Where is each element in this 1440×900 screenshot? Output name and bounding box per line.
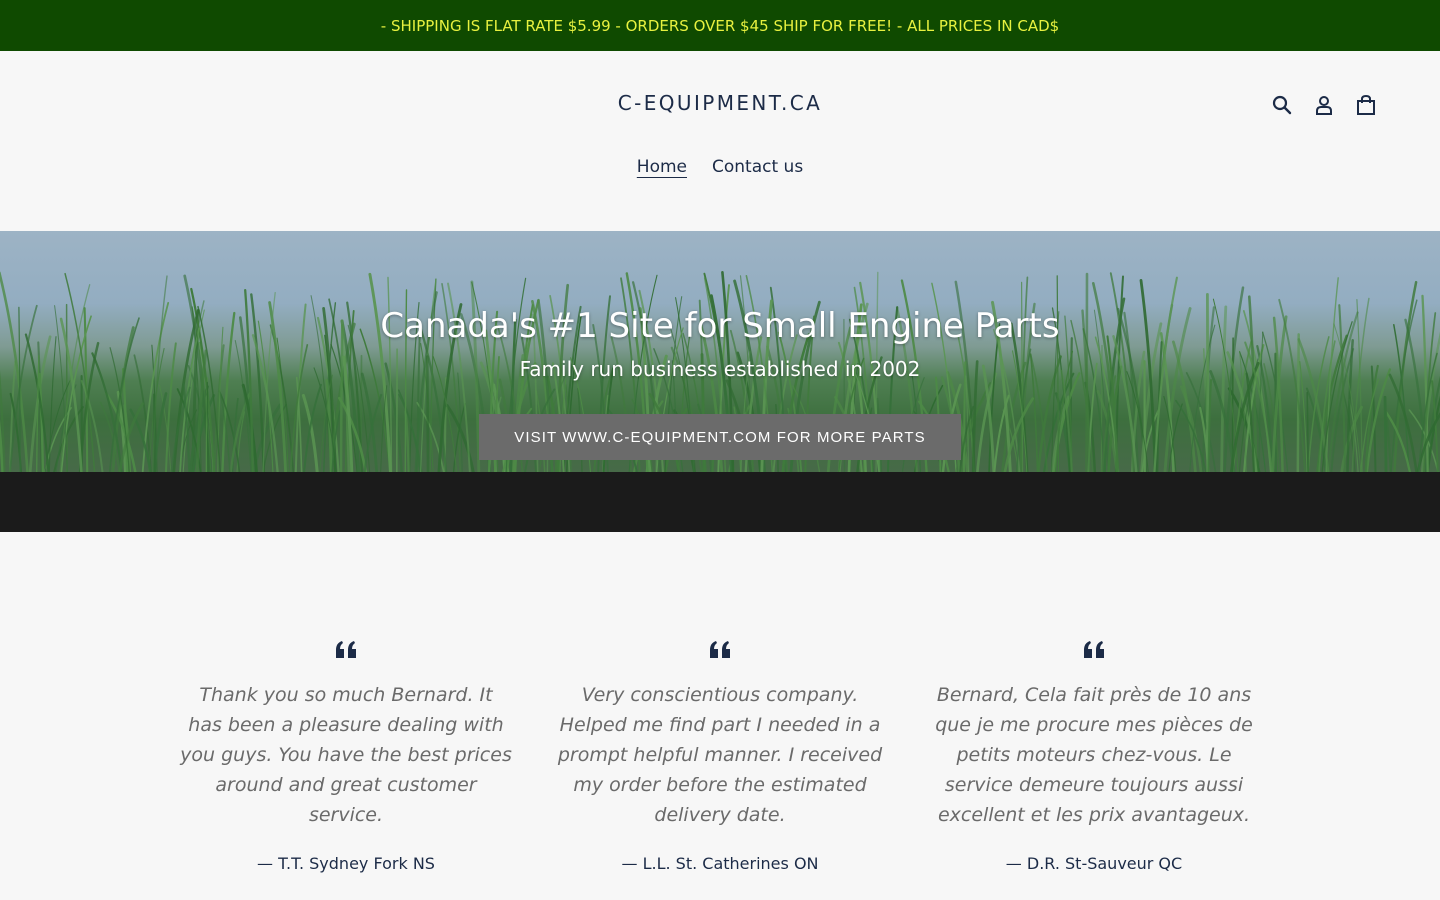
testimonial-text: Very conscientious company. Helped me fi… bbox=[557, 684, 883, 826]
site-logo[interactable]: C-EQUIPMENT.CA bbox=[0, 91, 1440, 115]
visit-more-parts-button[interactable]: VISIT WWW.C-EQUIPMENT.COM FOR MORE PARTS bbox=[479, 414, 961, 460]
testimonial-author: — T.T. Sydney Fork NS bbox=[257, 854, 435, 873]
grass-blade bbox=[360, 372, 379, 472]
hero-title: Canada's #1 Site for Small Engine Parts bbox=[380, 306, 1060, 346]
quote-icon bbox=[336, 641, 356, 658]
site-header: C-EQUIPMENT.CA Home Contact us bbox=[0, 51, 1440, 231]
testimonials-section: Thank you so much Bernard. It has been a… bbox=[176, 640, 1264, 873]
hero-subtitle: Family run business established in 2002 bbox=[519, 357, 921, 381]
grass-blade bbox=[1383, 395, 1388, 472]
search-icon[interactable] bbox=[1270, 93, 1294, 117]
testimonial-text: Bernard, Cela fait près de 10 ans que je… bbox=[935, 684, 1253, 826]
testimonial: Very conscientious company. Helped me fi… bbox=[550, 640, 890, 873]
dark-band bbox=[0, 472, 1440, 532]
testimonial-author: — L.L. St. Catherines ON bbox=[621, 854, 819, 873]
testimonial: Thank you so much Bernard. It has been a… bbox=[176, 640, 516, 873]
testimonial: Bernard, Cela fait près de 10 ans que je… bbox=[924, 640, 1264, 873]
main-nav: Home Contact us bbox=[0, 157, 1440, 177]
grass-blade bbox=[339, 323, 344, 472]
hero-banner: Canada's #1 Site for Small Engine Parts … bbox=[0, 231, 1440, 472]
quote-icon bbox=[710, 641, 730, 658]
testimonial-author: — D.R. St-Sauveur QC bbox=[1005, 854, 1183, 873]
cart-icon[interactable] bbox=[1354, 93, 1378, 117]
header-icons bbox=[1270, 93, 1378, 117]
announcement-text: - SHIPPING IS FLAT RATE $5.99 - ORDERS O… bbox=[380, 16, 1060, 35]
announcement-bar: - SHIPPING IS FLAT RATE $5.99 - ORDERS O… bbox=[0, 0, 1440, 51]
nav-item-contact-us[interactable]: Contact us bbox=[712, 157, 803, 177]
account-icon[interactable] bbox=[1312, 93, 1336, 117]
quote-icon bbox=[1084, 641, 1104, 658]
testimonial-text: Thank you so much Bernard. It has been a… bbox=[180, 684, 512, 826]
nav-item-home[interactable]: Home bbox=[637, 157, 687, 177]
grass-blade bbox=[1306, 391, 1309, 472]
